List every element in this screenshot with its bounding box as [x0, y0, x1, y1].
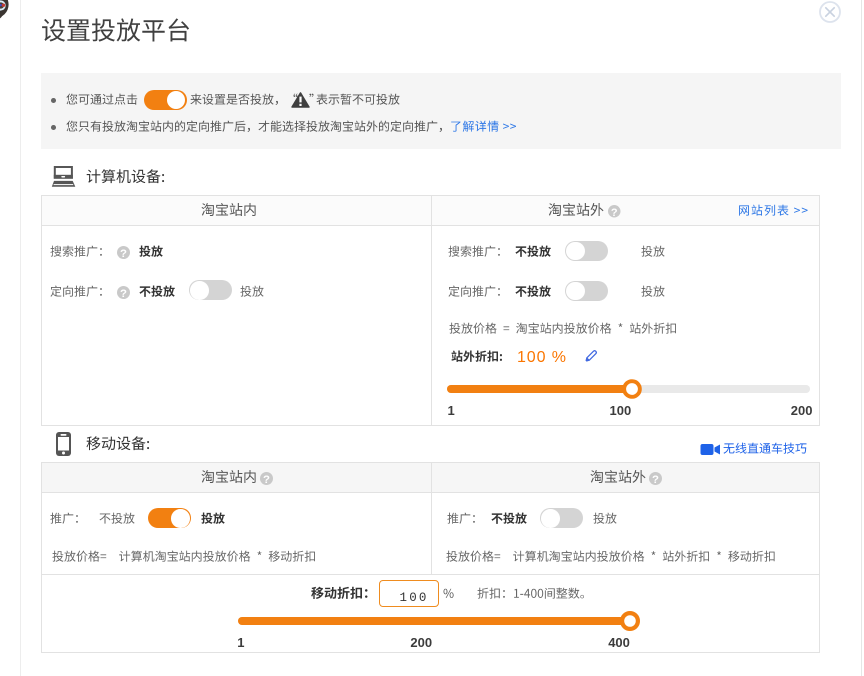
svg-text:?: ?: [120, 248, 127, 260]
svg-text:?: ?: [652, 474, 659, 486]
svg-text:?: ?: [263, 474, 270, 486]
svg-text:?: ?: [120, 288, 127, 300]
svg-text:?: ?: [611, 207, 618, 219]
